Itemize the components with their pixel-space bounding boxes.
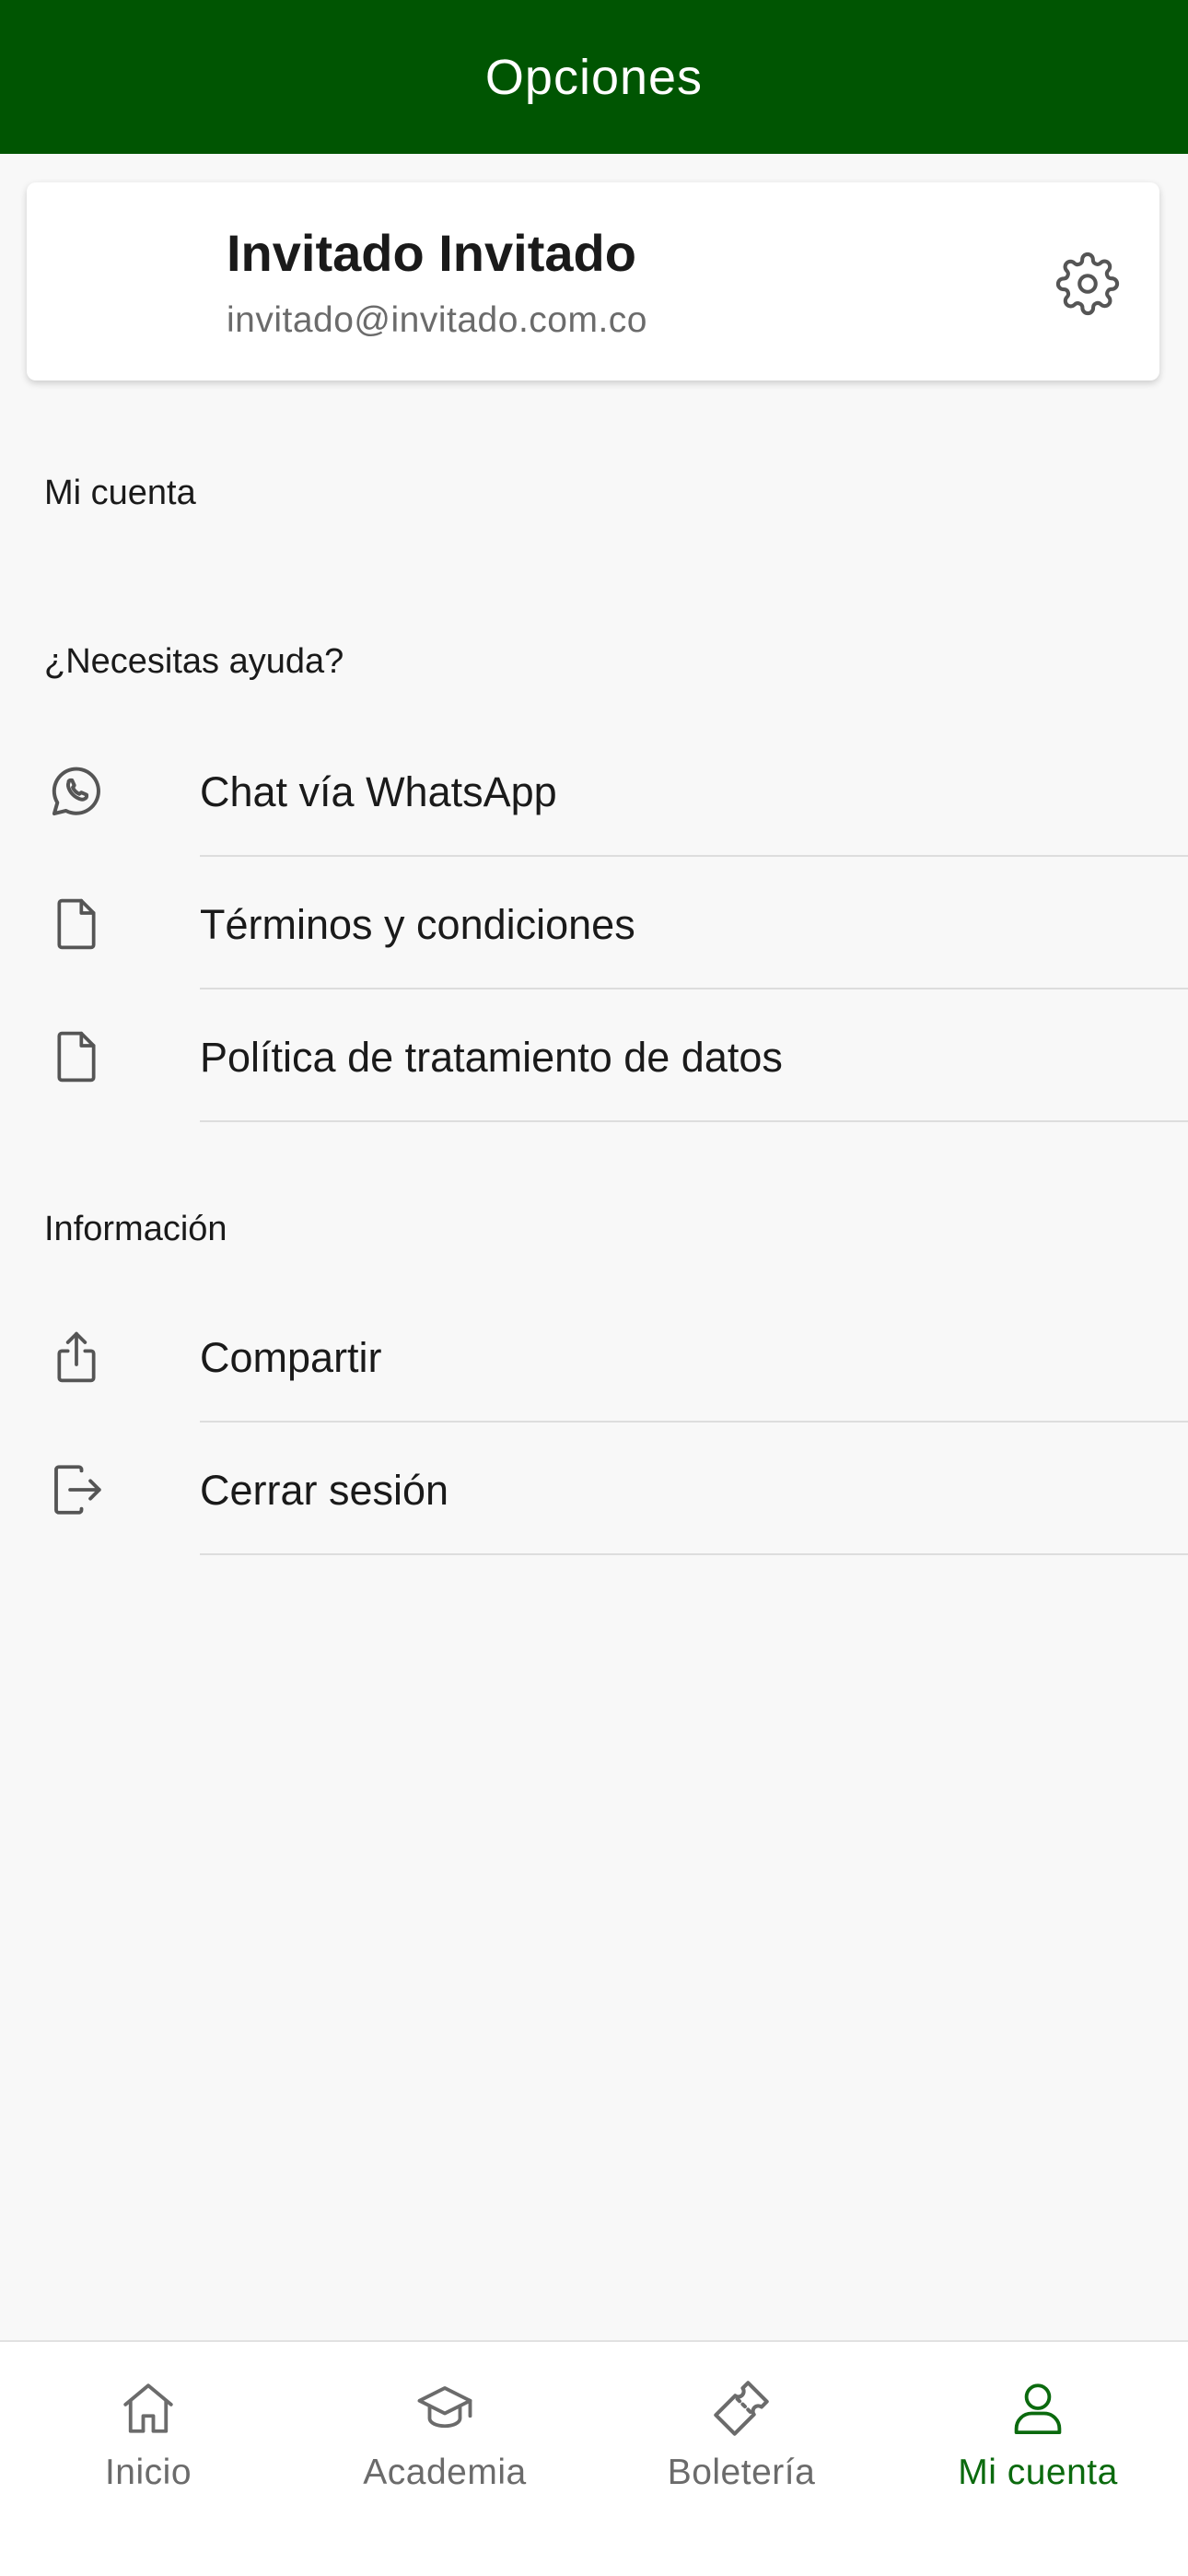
nav-label: Mi cuenta (958, 2453, 1118, 2492)
gear-icon (1055, 252, 1120, 316)
menu-item-terms[interactable]: Términos y condiciones (0, 857, 1188, 989)
home-icon (123, 2383, 173, 2433)
document-icon (57, 898, 96, 950)
nav-item-academia[interactable]: Academia (297, 2342, 593, 2545)
settings-button[interactable] (1046, 242, 1129, 325)
profile-email: invitado@invitado.com.co (227, 300, 647, 340)
menu-item-share[interactable]: Compartir (0, 1290, 1188, 1423)
app-header: Opciones (0, 0, 1188, 154)
profile-name: Invitado Invitado (227, 224, 636, 282)
logout-icon (54, 1465, 101, 1515)
whatsapp-icon (52, 767, 100, 816)
divider (200, 1553, 1188, 1555)
nav-item-inicio[interactable]: Inicio (0, 2342, 297, 2545)
share-icon (57, 1331, 96, 1383)
ticket-icon (714, 2381, 769, 2436)
options-screen: Opciones Invitado Invitado invitado@invi… (0, 0, 1188, 2576)
divider (200, 1120, 1188, 1122)
nav-item-boleteria[interactable]: Boletería (593, 2342, 890, 2545)
document-icon (57, 1031, 96, 1083)
menu-item-whatsapp[interactable]: Chat vía WhatsApp (0, 724, 1188, 857)
menu-item-label: Cerrar sesión (200, 1467, 449, 1514)
nav-label: Inicio (104, 2453, 192, 2492)
menu-item-label: Política de tratamiento de datos (200, 1034, 783, 1081)
graduation-cap-icon (417, 2386, 472, 2429)
menu-item-label: Compartir (200, 1334, 382, 1381)
menu-item-label: Términos y condiciones (200, 901, 635, 948)
menu-item-logout[interactable]: Cerrar sesión (0, 1423, 1188, 1555)
nav-label: Boletería (667, 2453, 816, 2492)
bottom-nav: Inicio Academia Boletería Mi cuenta (0, 2340, 1188, 2576)
section-label-account: Mi cuenta (44, 474, 196, 512)
profile-card[interactable]: Invitado Invitado invitado@invitado.com.… (27, 182, 1159, 381)
user-icon (1014, 2383, 1062, 2435)
menu-item-privacy-policy[interactable]: Política de tratamiento de datos (0, 989, 1188, 1122)
menu-item-label: Chat vía WhatsApp (200, 768, 557, 815)
nav-item-mi-cuenta[interactable]: Mi cuenta (890, 2342, 1186, 2545)
section-label-help: ¿Necesitas ayuda? (44, 642, 344, 681)
nav-label: Academia (363, 2453, 527, 2492)
section-label-info: Información (44, 1210, 227, 1248)
page-title: Opciones (484, 49, 704, 105)
